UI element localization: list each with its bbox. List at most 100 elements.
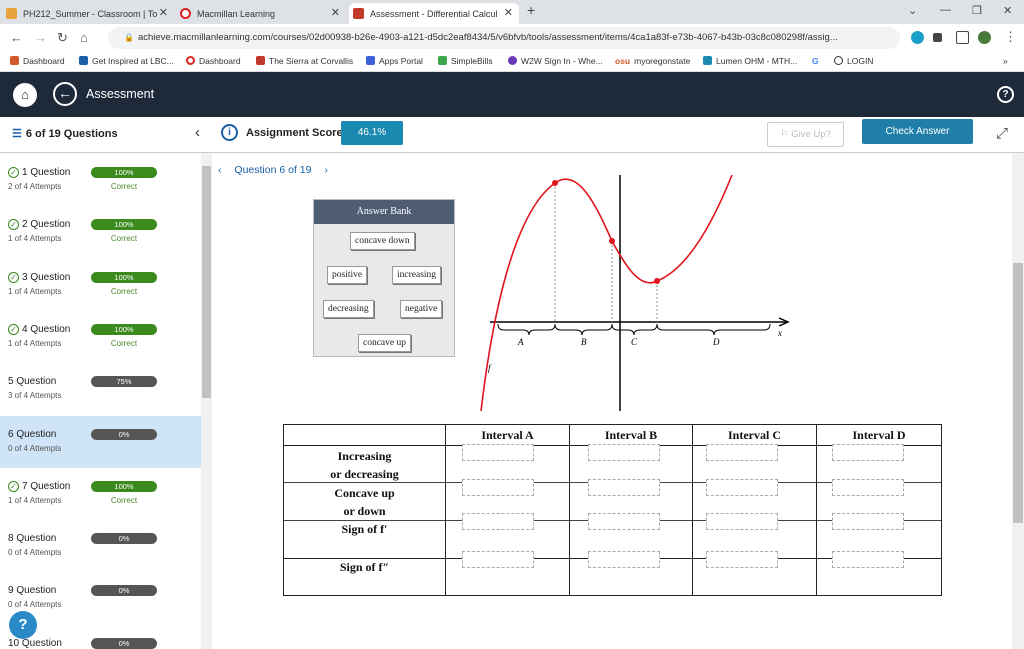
help-icon[interactable]: ?: [997, 86, 1014, 103]
answer-drop-target[interactable]: [706, 444, 778, 461]
question-title-label: 7 Question: [22, 480, 71, 492]
column-header: Interval D: [852, 428, 906, 442]
answer-drop-target[interactable]: [462, 551, 534, 568]
answer-drop-target[interactable]: [832, 513, 904, 530]
avatar[interactable]: [978, 31, 991, 44]
bookmark-google[interactable]: G: [812, 56, 819, 66]
back-arrow-icon[interactable]: ←: [53, 82, 77, 106]
answer-drop-target[interactable]: [706, 551, 778, 568]
question-attempts: 2 of 4 Attempts: [8, 182, 62, 191]
answer-chip-concave-down[interactable]: concave down: [350, 232, 415, 250]
prev-question-icon[interactable]: ‹: [218, 164, 222, 176]
question-item[interactable]: ✓ 1 Question 2 of 4 Attempts 100% Correct: [0, 154, 201, 206]
bookmark-item[interactable]: osu myoregonstate: [615, 56, 690, 66]
question-status: Correct: [110, 338, 138, 348]
question-title: 10 Question: [8, 638, 62, 649]
column-header: Interval B: [604, 428, 658, 442]
fullscreen-icon[interactable]: ⤢: [996, 125, 1008, 142]
bookmark-label: Dashboard: [199, 56, 241, 66]
help-button[interactable]: ?: [9, 611, 37, 639]
lock-icon: 🔒: [124, 33, 134, 42]
close-window-icon[interactable]: ✕: [1003, 4, 1012, 17]
answer-drop-target[interactable]: [706, 479, 778, 496]
answer-table: Interval A Interval B Interval C Interva…: [283, 424, 942, 596]
home-icon[interactable]: ⌂: [13, 83, 37, 107]
collapse-chevron-icon[interactable]: ‹: [195, 124, 200, 141]
back-arrow-icon[interactable]: ←: [10, 30, 23, 45]
answer-drop-target[interactable]: [832, 479, 904, 496]
sidebar-scroll-thumb[interactable]: [202, 166, 211, 398]
question-title-label: 9 Question: [8, 585, 57, 597]
url-field[interactable]: 🔒 achieve.macmillanlearning.com/courses/0…: [108, 27, 900, 49]
close-icon[interactable]: ✕: [331, 6, 340, 19]
extension-a-icon[interactable]: [911, 31, 924, 44]
answer-drop-target[interactable]: [706, 513, 778, 530]
home-icon[interactable]: ⌂: [80, 30, 88, 45]
reload-icon[interactable]: ↻: [57, 30, 68, 46]
answer-chip-increasing[interactable]: increasing: [392, 266, 442, 284]
bookmark-item[interactable]: Dashboard: [10, 56, 65, 66]
question-list: ✓ 1 Question 2 of 4 Attempts 100% Correct ✓ 2 …: [0, 153, 201, 649]
bookmark-item[interactable]: The Sierra at Corvallis: [256, 56, 353, 66]
bookmark-item[interactable]: Dashboard: [186, 56, 241, 66]
question-item[interactable]: 5 Question 3 of 4 Attempts 75%: [0, 363, 201, 415]
question-count[interactable]: ☰ 6 of 19 Questions: [12, 127, 118, 140]
answer-chip-positive[interactable]: positive: [327, 266, 368, 284]
answer-drop-target[interactable]: [588, 551, 660, 568]
main-scroll-thumb[interactable]: [1013, 263, 1023, 523]
answer-drop-target[interactable]: [588, 513, 660, 530]
question-attempts: 0 of 4 Attempts: [8, 600, 62, 610]
check-answer-button[interactable]: Check Answer: [862, 119, 973, 144]
answer-drop-target[interactable]: [462, 444, 534, 461]
question-item[interactable]: 6 Question 0 of 4 Attempts 0%: [0, 415, 201, 468]
menu-dots-icon[interactable]: ⋮: [1004, 29, 1017, 45]
answer-drop-target[interactable]: [462, 513, 534, 530]
new-tab-icon[interactable]: +: [527, 2, 535, 18]
minimize-icon[interactable]: —: [940, 4, 951, 16]
chevron-down-icon[interactable]: ⌄: [908, 4, 917, 17]
bookmark-item[interactable]: LOGIN: [834, 56, 873, 66]
bookmark-item[interactable]: Lumen OHM - MTH...: [703, 56, 797, 66]
answer-drop-target[interactable]: [832, 551, 904, 568]
row-label-line: or decreasing: [330, 467, 399, 481]
puzzle-icon[interactable]: [933, 33, 942, 42]
bookmark-item[interactable]: Apps Portal: [366, 56, 423, 66]
question-item[interactable]: ✓ 7 Question 1 of 4 Attempts 100% Correct: [0, 468, 201, 520]
bookmarks-bar: Dashboard Get Inspired at LBC... Dashboa…: [0, 52, 1024, 72]
close-icon[interactable]: ✕: [504, 6, 513, 19]
bookmark-item[interactable]: Get Inspired at LBC...: [79, 56, 174, 66]
table-divider: [816, 425, 817, 595]
next-question-icon[interactable]: ›: [324, 164, 328, 176]
answer-drop-target[interactable]: [588, 444, 660, 461]
question-item[interactable]: 8 Question 0 of 4 Attempts 0%: [0, 520, 201, 572]
sidepanel-icon[interactable]: [956, 31, 969, 44]
forward-arrow-icon[interactable]: →: [34, 30, 47, 45]
answer-chip-decreasing[interactable]: decreasing: [323, 300, 374, 318]
more-bookmarks-icon[interactable]: »: [1003, 56, 1008, 66]
tab-classroom[interactable]: PH212_Summer - Classroom | To ✕: [2, 3, 174, 24]
bookmark-label: myoregonstate: [634, 56, 691, 66]
bookmark-label: Apps Portal: [379, 56, 423, 66]
tab-assessment[interactable]: Assessment - Differential Calcul ✕: [349, 3, 519, 24]
info-icon[interactable]: i: [221, 124, 238, 141]
close-icon[interactable]: ✕: [159, 6, 168, 19]
url-text: achieve.macmillanlearning.com/courses/02…: [137, 32, 838, 43]
row-label-line: or down: [343, 504, 386, 518]
answer-drop-target[interactable]: [462, 479, 534, 496]
answer-chip-concave-up[interactable]: concave up: [358, 334, 411, 352]
question-item[interactable]: ✓ 2 Question 1 of 4 Attempts 100% Correct: [0, 206, 201, 258]
question-item[interactable]: ✓ 3 Question 1 of 4 Attempts 100% Correct: [0, 259, 201, 311]
give-up-button[interactable]: ⚐ Give Up?: [767, 122, 844, 147]
check-circle-icon: ✓: [8, 480, 19, 492]
row-label-line: Concave up: [334, 486, 395, 500]
restore-icon[interactable]: ❐: [972, 4, 982, 17]
answer-drop-target[interactable]: [832, 444, 904, 461]
function-label: f: [488, 363, 492, 373]
bookmark-item[interactable]: W2W Sign In - Whe...: [508, 56, 603, 66]
answer-drop-target[interactable]: [588, 479, 660, 496]
tab-macmillan[interactable]: Macmillan Learning ✕: [176, 3, 346, 24]
question-item[interactable]: ✓ 4 Question 1 of 4 Attempts 100% Correct: [0, 311, 201, 363]
bookmark-item[interactable]: SimpleBills: [438, 56, 493, 66]
answer-chip-negative[interactable]: negative: [400, 300, 443, 318]
address-bar: ← → ↻ ⌂ 🔒 achieve.macmillanlearning.com/c…: [0, 24, 1024, 52]
